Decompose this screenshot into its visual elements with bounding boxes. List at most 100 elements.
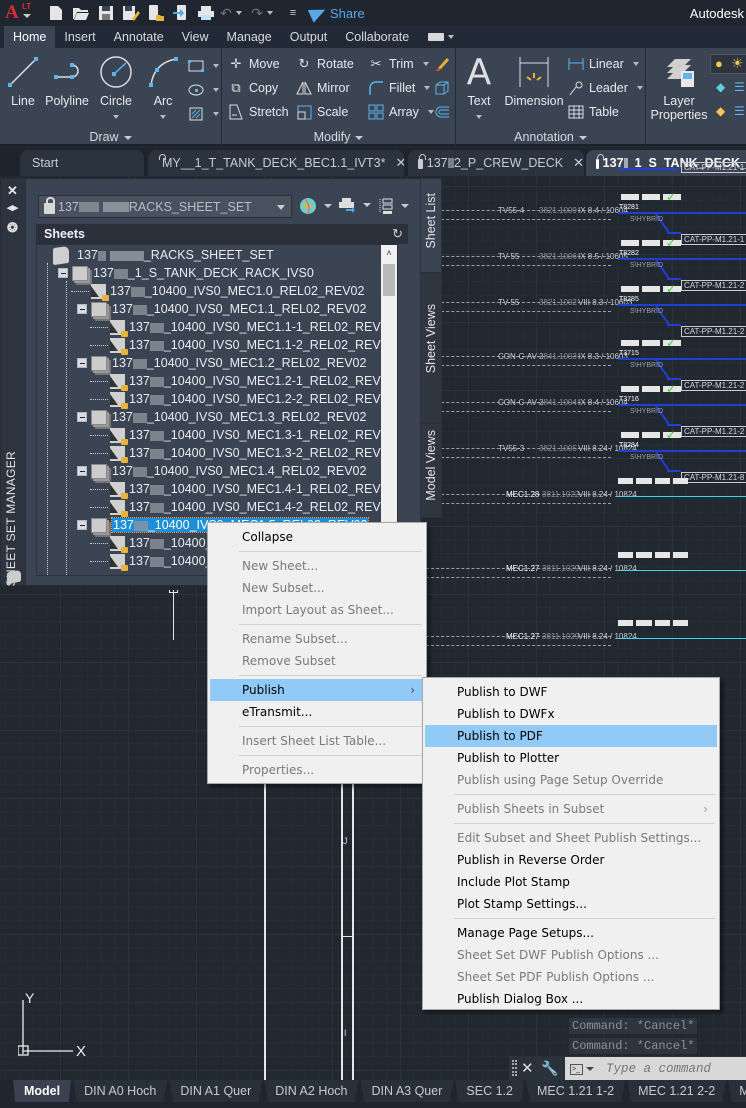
plot-button[interactable] [196, 3, 216, 23]
array-button[interactable]: Array [368, 102, 434, 122]
tree-node-subset[interactable]: 137 _10400_IVS0_MEC1.1_REL02_REV02 [77, 300, 366, 318]
doc-tab[interactable]: MY_ _1_T_TANK_DECK_BEC1.1_IVT3* ✕ [148, 150, 404, 176]
menu-item-sheet-set-dwf-publish-options[interactable]: Sheet Set DWF Publish Options ... [425, 944, 717, 966]
tree-node-sheet[interactable]: 137 _10400_IVS0_MEC1.4-1_REL02_REV02 [110, 480, 395, 499]
layer-properties-button[interactable]: Layer Properties [650, 54, 708, 122]
menu-item-publish-to-dwf[interactable]: Publish to DWF [425, 681, 717, 703]
layout-tab[interactable]: DIN A1 Quer [169, 1080, 263, 1102]
close-tab-icon[interactable]: ✕ [395, 155, 404, 171]
open-button[interactable] [71, 3, 91, 23]
menu-item-collapse[interactable]: Collapse [210, 526, 424, 548]
save-to-mobile-button[interactable] [171, 3, 191, 23]
undo-button[interactable]: ↶ [220, 3, 242, 23]
menu-item-etransmit[interactable]: eTransmit... [210, 701, 424, 723]
scale-button[interactable]: Scale [296, 102, 348, 122]
tree-node-sheet[interactable]: 137 _10400_IVS0_MEC1.4-2_REL02_REV02 [110, 498, 395, 517]
command-line[interactable]: >_ [565, 1057, 746, 1081]
palette-title-strip[interactable]: ✕ ◂▸ ❂ SHEET SET MANAGER [1, 179, 26, 586]
tree-node-sheet-set[interactable]: 137 _RACKS_SHEET_SET [53, 245, 274, 265]
layout-tab[interactable]: DIN A0 Hoch [73, 1080, 168, 1102]
collapse-toggle-icon[interactable] [77, 412, 87, 422]
tree-node-sheet[interactable]: 137 _10400_IVS0_MEC1.3-1_REL02_REV02 [110, 426, 395, 445]
trim-button[interactable]: ✂ Trim [368, 54, 429, 74]
share-button[interactable]: Share [307, 3, 365, 23]
menu-item-insert-sheet-list-table[interactable]: Insert Sheet List Table... [210, 730, 424, 752]
layer-isolate-icon[interactable]: ◆ [716, 80, 725, 94]
tab-manage[interactable]: Manage [218, 26, 281, 48]
tree-node-subset[interactable]: 137 _10400_IVS0_MEC1.3_REL02_REV02 [77, 408, 366, 426]
menu-item-new-sheet[interactable]: New Sheet... [210, 555, 424, 577]
menu-item-publish-in-reverse-order[interactable]: Publish in Reverse Order [425, 849, 717, 871]
tab-model-views[interactable]: Model Views [420, 423, 442, 518]
layer-match-icon[interactable]: ☰ [734, 80, 745, 94]
drag-handle[interactable] [512, 1060, 517, 1076]
application-menu-button[interactable]: A LT [0, 0, 40, 26]
tab-output[interactable]: Output [281, 26, 337, 48]
tree-node-subset[interactable]: 137 _10400_IVS0_MEC1.4_REL02_REV02 [77, 462, 366, 480]
sheet-selections-button[interactable] [378, 197, 409, 215]
menu-item-properties[interactable]: Properties... [210, 759, 424, 781]
doc-tab-start[interactable]: Start [20, 150, 144, 176]
layer-off-icon[interactable]: ◆ [716, 104, 725, 118]
collapse-toggle-icon[interactable] [77, 466, 87, 476]
tab-sheet-views[interactable]: Sheet Views [420, 273, 442, 423]
customize-quick-access-button[interactable]: ≡ [283, 3, 303, 23]
layout-tab-model[interactable]: Model [13, 1080, 72, 1102]
publish-button[interactable] [338, 197, 371, 213]
menu-item-publish-dialog-box[interactable]: Publish Dialog Box ... [425, 988, 717, 1010]
tree-node-sheet[interactable]: 137 _10400_IVS0_MEC1.1-1_REL02_REV02 [110, 318, 395, 337]
modify-group-title[interactable]: Modify [222, 130, 455, 144]
tree-node-sheet[interactable]: 137 _10400_IVS0_MEC1.1-2_REL02_REV02 [110, 336, 395, 355]
tree-node-sheet[interactable]: 137 _10400_IVS0_MEC1.2-1_REL02_REV02 [110, 372, 395, 391]
polyline-button[interactable]: Polyline [44, 54, 90, 108]
tree-node-sheet[interactable]: 137 _10400_IVS0_MEC1.3-2_REL02_REV02 [110, 444, 395, 463]
erase-button[interactable] [434, 54, 450, 74]
close-palette-icon[interactable]: ✕ [7, 183, 18, 199]
draw-group-title[interactable]: Draw [0, 130, 221, 144]
arc-button[interactable]: Arc [146, 54, 180, 122]
linear-button[interactable]: Linear [568, 54, 639, 74]
menu-item-publish[interactable]: Publish › [210, 679, 424, 701]
collapse-toggle-icon[interactable] [77, 520, 87, 530]
table-button[interactable]: Table [568, 102, 619, 122]
close-tab-icon[interactable]: ✕ [573, 155, 584, 171]
ellipse-button[interactable] [188, 80, 219, 100]
line-button[interactable]: Line [6, 54, 40, 108]
customize-wrench-icon[interactable]: 🔧 [541, 1060, 558, 1077]
layer-freeze-icon[interactable]: ☰ [734, 104, 745, 118]
collapse-toggle-icon[interactable] [77, 358, 87, 368]
dimension-button[interactable]: Dimension [502, 54, 566, 108]
menu-item-edit-subset-and-sheet-publish-settings[interactable]: Edit Subset and Sheet Publish Settings..… [425, 827, 717, 849]
scroll-up-icon[interactable]: ˄ [381, 245, 397, 262]
layout-tab[interactable]: DIN A2 Hoch [264, 1080, 359, 1102]
menu-item-manage-page-setups[interactable]: Manage Page Setups... [425, 922, 717, 944]
menu-item-sheet-set-pdf-publish-options[interactable]: Sheet Set PDF Publish Options ... [425, 966, 717, 988]
redo-button[interactable]: ↷ [251, 3, 273, 23]
menu-item-publish-sheets-in-subset[interactable]: Publish Sheets in Subset › [425, 798, 717, 820]
command-input[interactable] [606, 1062, 746, 1076]
chevron-down-icon[interactable] [448, 35, 455, 39]
hatch-button[interactable] [188, 104, 219, 124]
move-button[interactable]: ✛ Move [228, 54, 280, 74]
layout-tab[interactable]: DIN A3 Quer [360, 1080, 454, 1102]
menu-item-include-plot-stamp[interactable]: Include Plot Stamp [425, 871, 717, 893]
tree-node-subset[interactable]: 137 _1_S_TANK_DECK_RACK_IVS0 [58, 264, 314, 282]
publish-to-web-button[interactable] [299, 197, 332, 215]
menu-item-remove-subset[interactable]: Remove Subset [210, 650, 424, 672]
tab-collaborate[interactable]: Collaborate [336, 26, 418, 48]
tab-view[interactable]: View [173, 26, 218, 48]
layout-tab[interactable]: MEC 1.21 2-2 [627, 1080, 727, 1102]
scrollbar-thumb[interactable] [383, 264, 395, 296]
rotate-button[interactable]: ↻ Rotate [296, 54, 354, 74]
menu-item-plot-stamp-settings[interactable]: Plot Stamp Settings... [425, 893, 717, 915]
explode-button[interactable] [434, 78, 450, 98]
recent-commands-dropdown[interactable] [586, 1067, 594, 1071]
layout-tab[interactable]: MEC 1.21 1-2 [525, 1080, 626, 1102]
circle-button[interactable]: Circle [98, 54, 134, 122]
tree-node-subset[interactable]: 137 _10400_IVS0_MEC1.2_REL02_REV02 [77, 354, 366, 372]
rectangle-button[interactable] [188, 56, 219, 76]
save-button[interactable] [96, 3, 116, 23]
tab-home[interactable]: Home [4, 26, 56, 48]
minimize-ribbon-button[interactable] [428, 33, 445, 41]
palette-properties-icon[interactable]: ❂ [7, 220, 18, 236]
